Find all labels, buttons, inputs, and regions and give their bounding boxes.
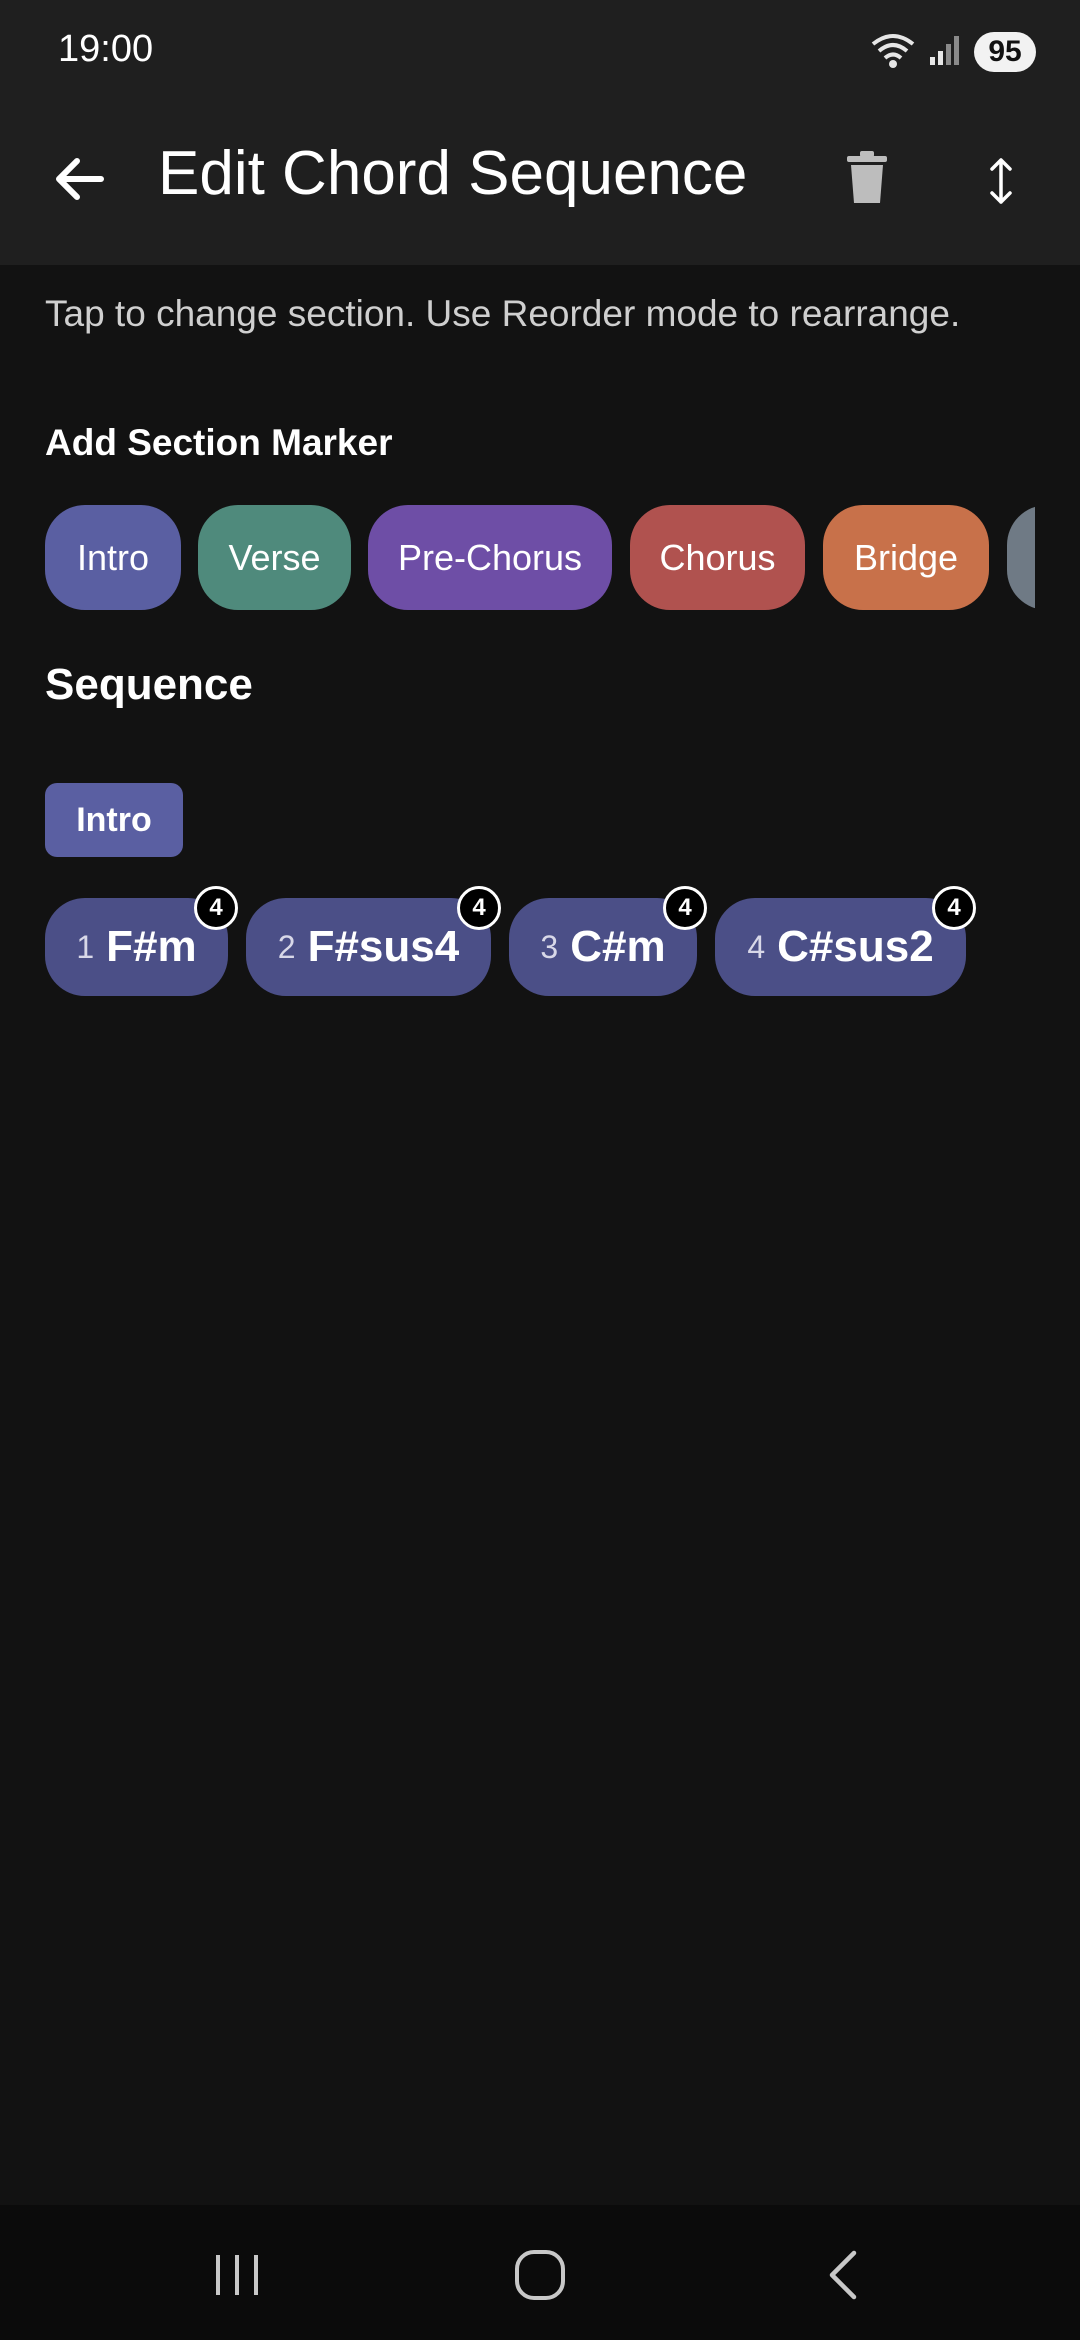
reorder-button[interactable] bbox=[966, 146, 1036, 216]
marker-chip-intro[interactable]: Intro bbox=[45, 505, 181, 610]
marker-label: Verse bbox=[228, 536, 321, 578]
section-tag-intro[interactable]: Intro bbox=[45, 783, 183, 857]
chord-name: C#m bbox=[570, 922, 666, 971]
trash-icon bbox=[847, 151, 887, 203]
marker-label: Intro bbox=[76, 536, 150, 578]
status-bar: 19:00 95 bbox=[0, 0, 1080, 100]
instruction-text: Tap to change section. Use Reorder mode … bbox=[45, 293, 961, 334]
beat-count-badge: 4 bbox=[663, 886, 707, 930]
recent-apps-icon bbox=[216, 2255, 258, 2295]
marker-chip-verse[interactable]: Verse bbox=[198, 505, 351, 610]
system-navigation-bar bbox=[0, 2205, 1080, 2340]
status-time: 19:00 bbox=[58, 28, 154, 70]
signal-icon bbox=[928, 33, 962, 72]
reorder-arrows-icon bbox=[990, 158, 1012, 204]
status-icons: 95 bbox=[870, 30, 1036, 74]
home-icon bbox=[515, 2250, 565, 2300]
battery-icon: 95 bbox=[974, 32, 1036, 72]
marker-label: Pre-Chorus bbox=[397, 536, 583, 578]
chord-name: F#sus4 bbox=[307, 922, 460, 971]
chord-name: F#m bbox=[106, 922, 197, 971]
chord-name: C#sus2 bbox=[777, 922, 934, 971]
page-title: Edit Chord Sequence bbox=[158, 139, 748, 208]
delete-button[interactable] bbox=[832, 142, 902, 212]
back-button[interactable] bbox=[40, 140, 118, 218]
chord-index: 1 bbox=[76, 928, 95, 965]
chord-chip[interactable]: 4 C#sus2 4 bbox=[715, 886, 976, 996]
back-nav-button[interactable] bbox=[782, 2235, 902, 2315]
marker-chip-pre-chorus[interactable]: Pre-Chorus bbox=[368, 505, 612, 610]
chord-index: 2 bbox=[277, 928, 296, 965]
top-app-bar-background: 19:00 95 Edit Chord Sequence bbox=[0, 0, 1080, 265]
marker-chip-partial[interactable] bbox=[1007, 505, 1035, 610]
marker-chip-chorus[interactable]: Chorus bbox=[630, 505, 805, 610]
beat-count-badge: 4 bbox=[932, 886, 976, 930]
app-bar: Edit Chord Sequence bbox=[0, 120, 1080, 230]
beat-count-badge: 4 bbox=[194, 886, 238, 930]
chord-index: 4 bbox=[747, 928, 766, 965]
chord-chip[interactable]: 2 F#sus4 4 bbox=[246, 886, 501, 996]
recent-apps-button[interactable] bbox=[177, 2235, 297, 2315]
sequence-heading: Sequence bbox=[45, 660, 253, 709]
section-marker-list: Intro Verse Pre-Chorus Chorus Bridge bbox=[45, 505, 1035, 610]
back-icon bbox=[829, 2250, 857, 2300]
wifi-icon bbox=[870, 30, 916, 75]
chord-index: 3 bbox=[540, 928, 559, 965]
marker-chip-bridge[interactable]: Bridge bbox=[823, 505, 989, 610]
arrow-back-icon bbox=[56, 158, 104, 200]
home-button[interactable] bbox=[480, 2235, 600, 2315]
add-section-marker-heading: Add Section Marker bbox=[45, 422, 393, 463]
beat-count-badge: 4 bbox=[457, 886, 501, 930]
chord-chip[interactable]: 1 F#m 4 bbox=[45, 886, 238, 996]
marker-label: Chorus bbox=[659, 536, 776, 578]
chord-chip[interactable]: 3 C#m 4 bbox=[509, 886, 707, 996]
marker-label: Bridge bbox=[853, 536, 959, 578]
